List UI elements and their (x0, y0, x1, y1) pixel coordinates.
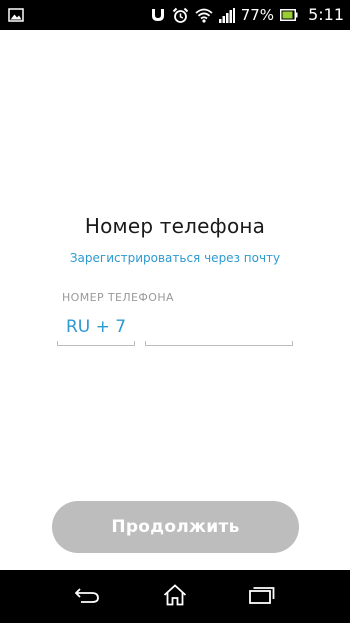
status-icons: 77% 5:11 (150, 0, 344, 30)
navigation-bar (0, 570, 350, 623)
back-button[interactable] (58, 570, 118, 623)
battery-icon (280, 9, 298, 21)
page-title: Номер телефона (84, 214, 266, 238)
home-button[interactable] (145, 570, 205, 623)
phone-number-input[interactable] (145, 312, 293, 346)
country-code-selector[interactable]: RU + 7 (57, 312, 135, 346)
home-icon (163, 583, 187, 610)
back-icon (74, 586, 101, 608)
clock: 5:11 (308, 5, 344, 24)
screen: 77% 5:11 Номер телефона Зарегистрировать… (0, 0, 350, 623)
alarm-icon (172, 7, 189, 24)
signal-icon (218, 7, 235, 23)
recent-apps-button[interactable] (232, 570, 292, 623)
battery-percent: 77% (240, 6, 275, 24)
continue-button[interactable]: Продолжить (52, 501, 299, 553)
recent-apps-icon (249, 586, 275, 608)
phone-field-label: НОМЕР ТЕЛЕФОНА (62, 291, 174, 304)
image-notification-icon (8, 7, 24, 23)
register-by-email-link[interactable]: Зарегистрироваться через почту (0, 251, 350, 265)
wifi-icon (195, 8, 213, 23)
country-code-value: RU + 7 (66, 317, 127, 337)
phone-signup-form: Номер телефона Зарегистрироваться через … (0, 30, 350, 570)
voicemail-icon (150, 7, 166, 23)
status-bar: 77% 5:11 (0, 0, 350, 30)
